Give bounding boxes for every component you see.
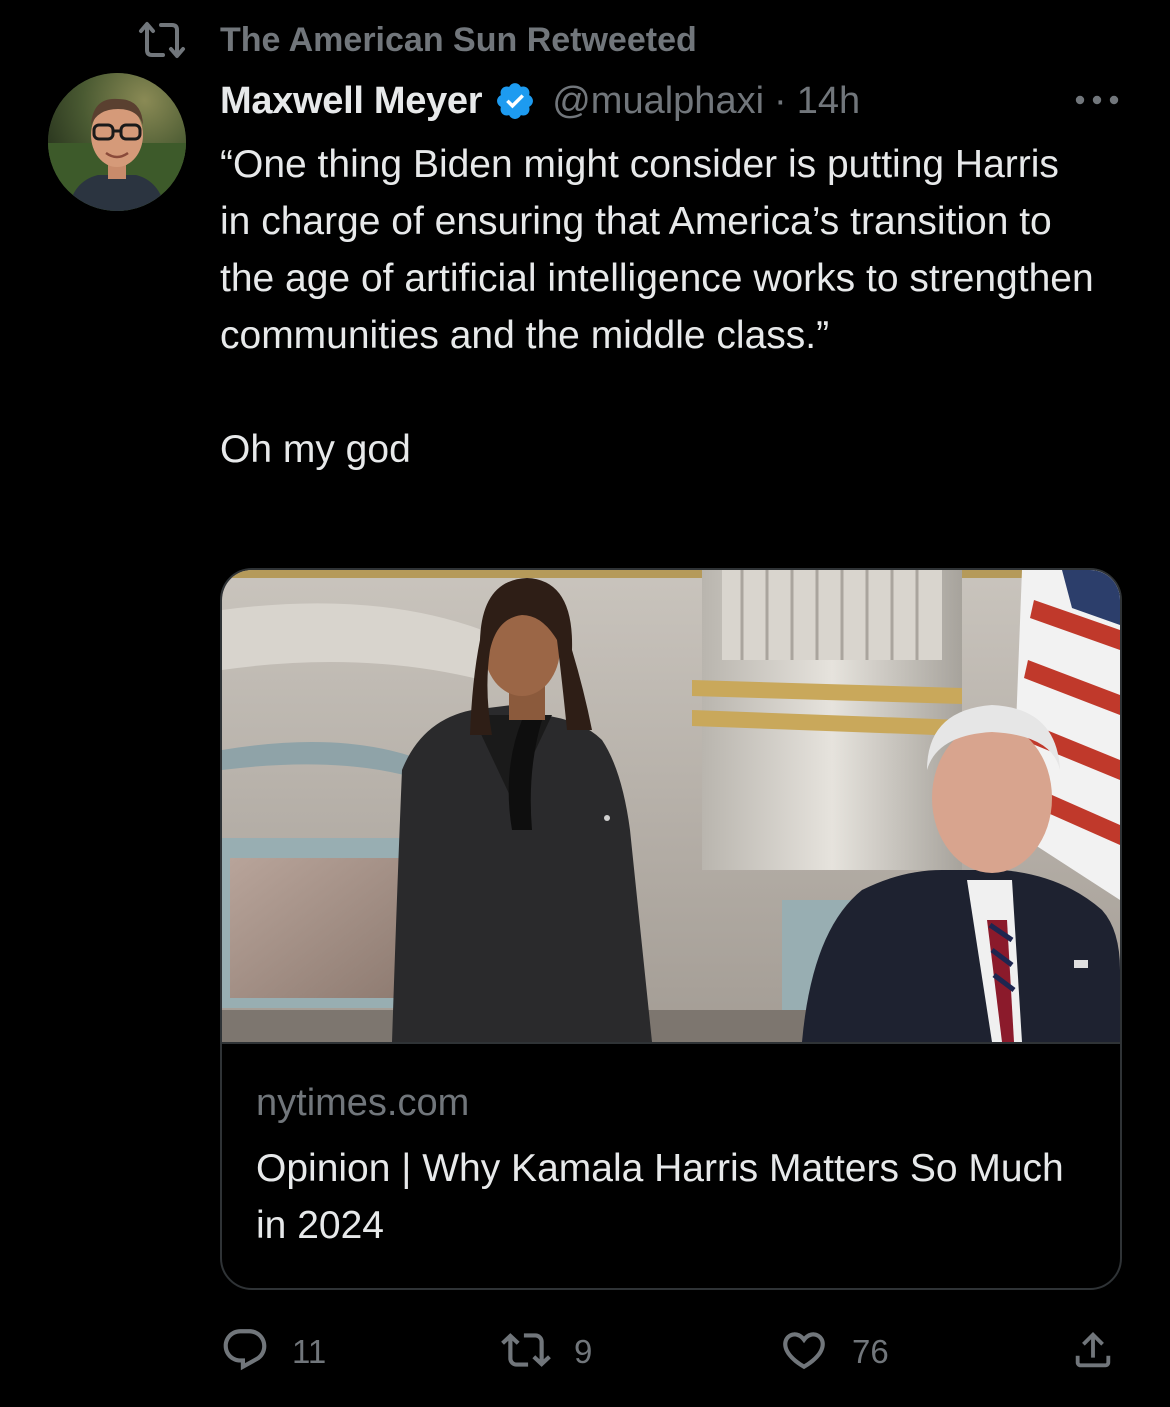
- timestamp[interactable]: 14h: [797, 80, 860, 123]
- retweet-button[interactable]: 9: [500, 1320, 592, 1384]
- separator-dot: ·: [774, 79, 787, 122]
- more-options-icon[interactable]: [1072, 82, 1122, 118]
- retweet-icon: [138, 20, 188, 60]
- heart-icon: [778, 1325, 830, 1380]
- reply-count: 11: [292, 1333, 327, 1370]
- like-count: 76: [852, 1333, 889, 1370]
- card-image[interactable]: [222, 570, 1120, 1044]
- retweet-icon: [500, 1325, 552, 1380]
- reply-icon: [220, 1325, 270, 1380]
- retweet-count: 9: [574, 1333, 593, 1370]
- tweet-text: “One thing Biden might consider is putti…: [220, 136, 1100, 478]
- like-button[interactable]: 76: [778, 1320, 889, 1384]
- retweet-header: The American Sun Retweeted: [138, 18, 697, 62]
- link-card[interactable]: nytimes.com Opinion | Why Kamala Harris …: [220, 568, 1122, 1290]
- author-name[interactable]: Maxwell Meyer: [220, 80, 483, 123]
- tweet[interactable]: The American Sun Retweeted Maxwell Meyer…: [0, 0, 1170, 1407]
- action-bar: 11 9 76: [220, 1320, 1120, 1384]
- verified-badge-icon[interactable]: [494, 80, 536, 122]
- author-line: Maxwell Meyer @mualphaxi · 14h: [220, 74, 860, 128]
- reply-button[interactable]: 11: [220, 1320, 326, 1384]
- share-icon: [1070, 1325, 1116, 1380]
- author-handle[interactable]: @mualphaxi: [552, 80, 764, 123]
- retweet-label[interactable]: The American Sun Retweeted: [220, 20, 697, 60]
- tweet-paragraph: “One thing Biden might consider is putti…: [220, 143, 1094, 357]
- share-button[interactable]: [1070, 1320, 1116, 1384]
- avatar[interactable]: [48, 73, 186, 211]
- tweet-paragraph: Oh my god: [220, 428, 411, 471]
- card-domain: nytimes.com: [256, 1082, 470, 1124]
- card-title[interactable]: Opinion | Why Kamala Harris Matters So M…: [256, 1140, 1076, 1254]
